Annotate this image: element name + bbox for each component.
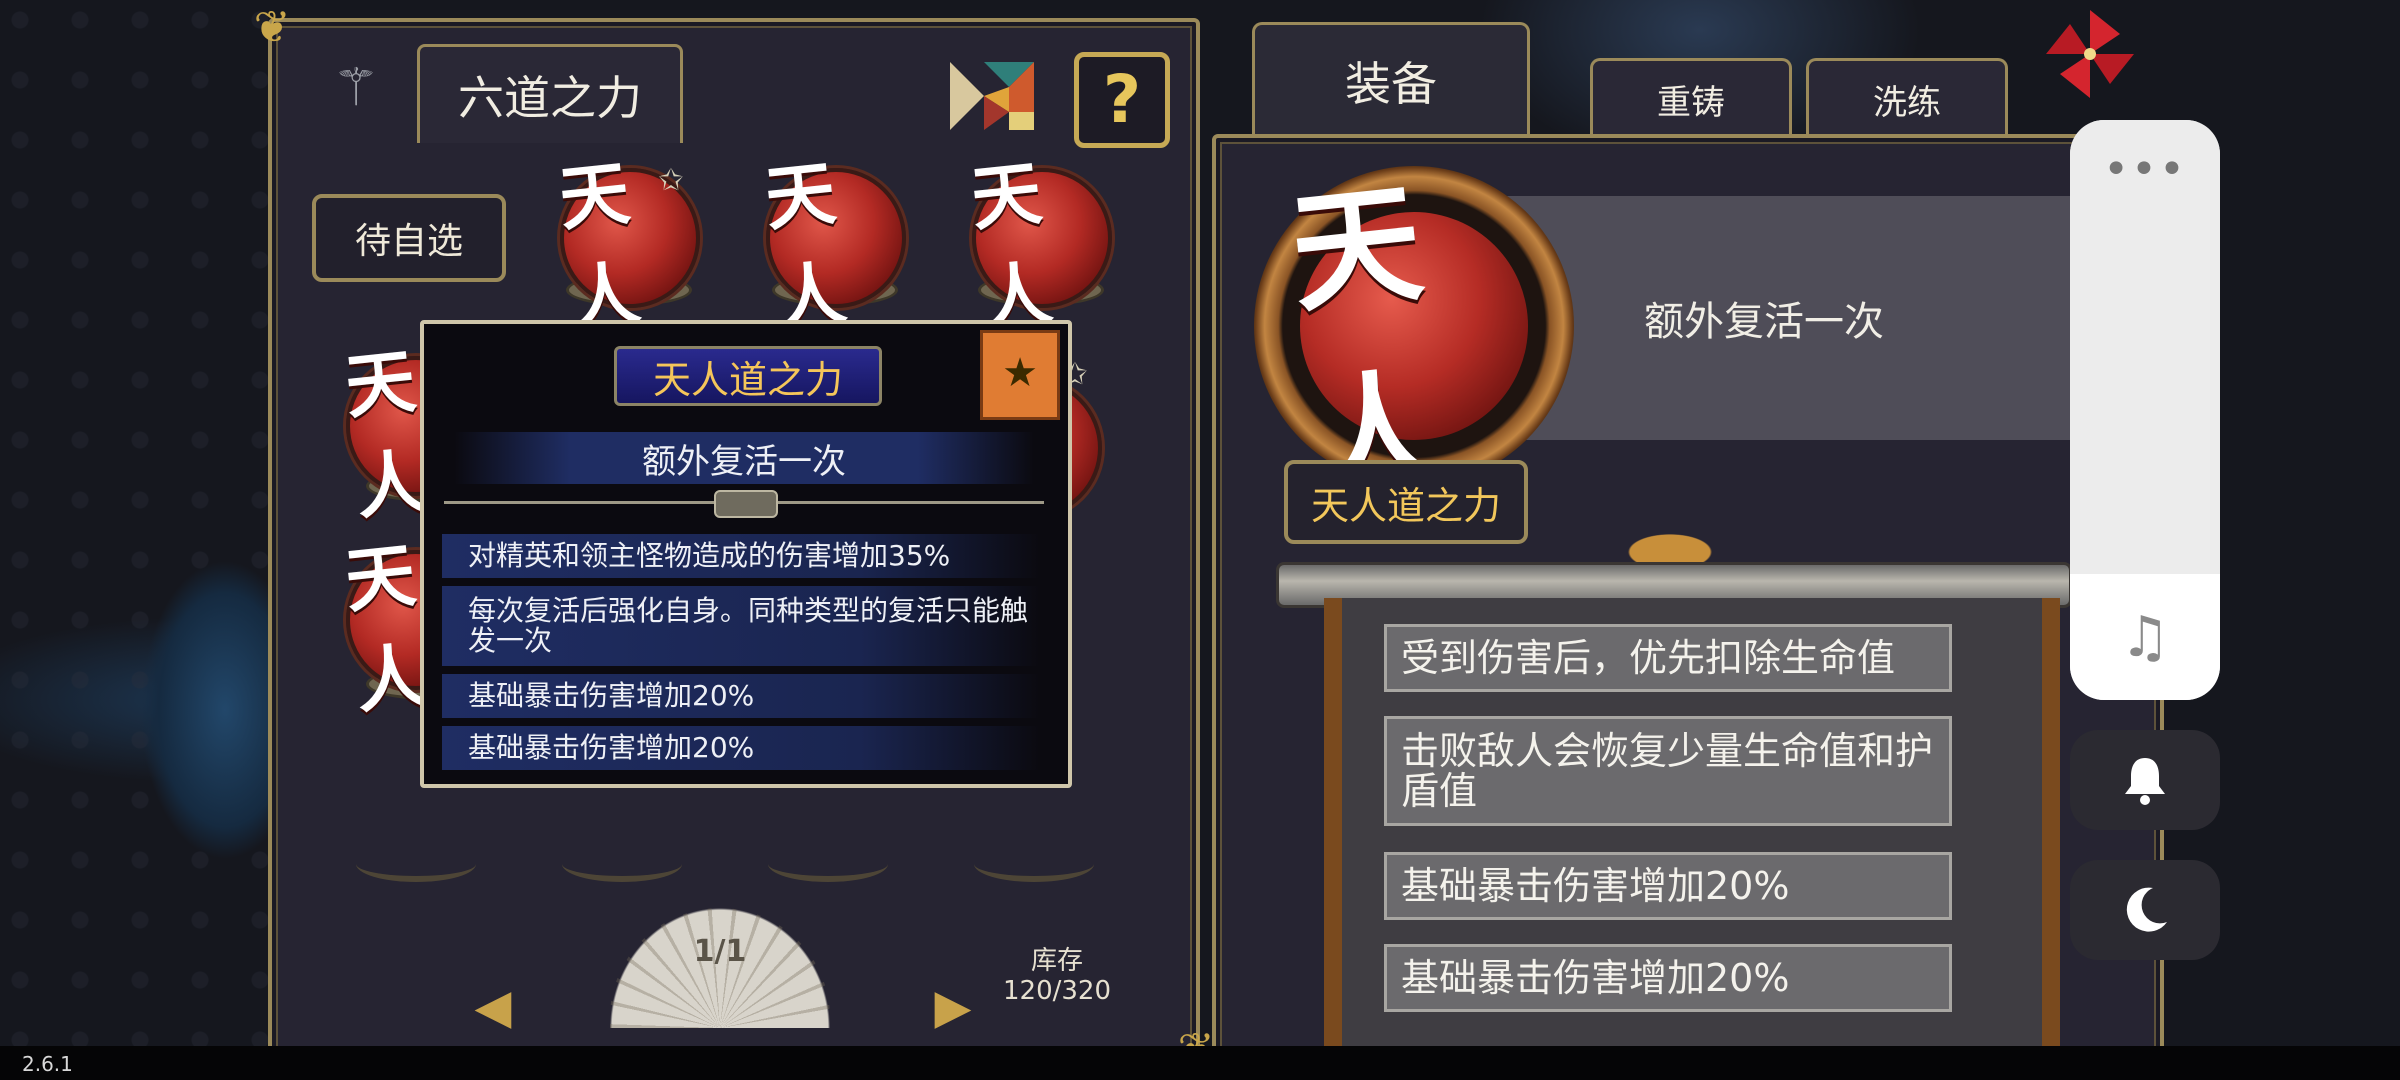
effect-row: 受到伤害后，优先扣除生命值 [1384,624,1952,692]
tab-equip[interactable]: 装备 [1252,22,1530,137]
pending-selection-slot[interactable]: 待自选 [312,194,506,282]
empty-slot[interactable] [768,846,888,882]
tab-refine[interactable]: 洗练 [1806,58,2008,137]
star-icon: ✩ [658,163,684,198]
toolbar-top: ••• [2070,120,2220,574]
power-tooltip: 天人道之力 ★ 额外复活一次 对精英和领主怪物造成的伤害增加35% 每次复活后强… [420,320,1072,788]
equipment-detail-panel: 额外复活一次 天人 天人道之力 受到伤害后，优先扣除生命值 击败敌人会恢复少量生… [1212,134,2164,1060]
version-label: 2.6.1 [22,1052,73,1076]
more-dots-icon[interactable]: ••• [2070,144,2220,195]
page-fan: 1/1 [610,908,830,1028]
pending-selection-label: 待自选 [354,221,463,262]
tooltip-divider [444,490,1044,518]
tooltip-effect-row: 每次复活后强化自身。同种类型的复活只能触发一次 [442,586,1040,666]
page-indicator: 1/1 [693,934,747,969]
orb-glyph: 天人 [967,151,1057,342]
effect-row: 基础暴击伤害增加20% [1384,852,1952,920]
favorite-star-icon[interactable]: ★ [980,330,1060,420]
tooltip-effect-row: 基础暴击伤害增加20% [442,674,1040,718]
tooltip-title: 天人道之力 [614,346,882,406]
tooltip-effect-row: 基础暴击伤害增加20% [442,726,1040,770]
inventory-value: 120/320 [1002,976,1111,1006]
bell-shape [2125,758,2165,805]
corner-ornament-icon: ❦ [253,2,291,53]
tooltip-description: 额外复活一次 [454,432,1034,484]
divider-knob [714,490,778,518]
empty-slot[interactable] [356,846,476,882]
pinwheel-icon [2046,10,2134,98]
panel-title: 六道之力 [417,44,683,143]
bell-icon[interactable] [2070,730,2220,830]
orb-glyph: 天人 [761,151,851,342]
empty-slot[interactable] [562,846,682,882]
tab-recast[interactable]: 重铸 [1590,58,1792,137]
floating-toolbar: ••• ♫ [2070,120,2220,700]
next-page-arrow-icon[interactable]: ▶ [928,982,978,1032]
bottom-bar [0,1046,2400,1080]
background-pattern [0,0,280,1060]
selected-power-orb: 天人 [1284,165,1528,518]
prev-page-arrow-icon[interactable]: ◀ [468,982,518,1032]
power-orb[interactable]: 天人 [967,151,1112,341]
music-note-icon[interactable]: ♫ [2070,574,2220,700]
moon-icon[interactable] [2070,860,2220,960]
tooltip-effect-row: 对精英和领主怪物造成的伤害增加35% [442,534,1040,578]
power-orb[interactable]: 天人 [761,151,906,341]
weapons-icon: ⚚ [332,58,380,118]
inventory-label: 库存 [1030,946,1083,976]
effect-row: 击败敌人会恢复少量生命值和护盾值 [1384,716,1952,826]
moon-shape [2126,887,2167,932]
effect-row: 基础暴击伤害增加20% [1384,944,1952,1012]
empty-slot[interactable] [974,846,1094,882]
tangram-icon[interactable] [944,56,1040,136]
power-name-plate: 天人道之力 [1284,460,1528,544]
